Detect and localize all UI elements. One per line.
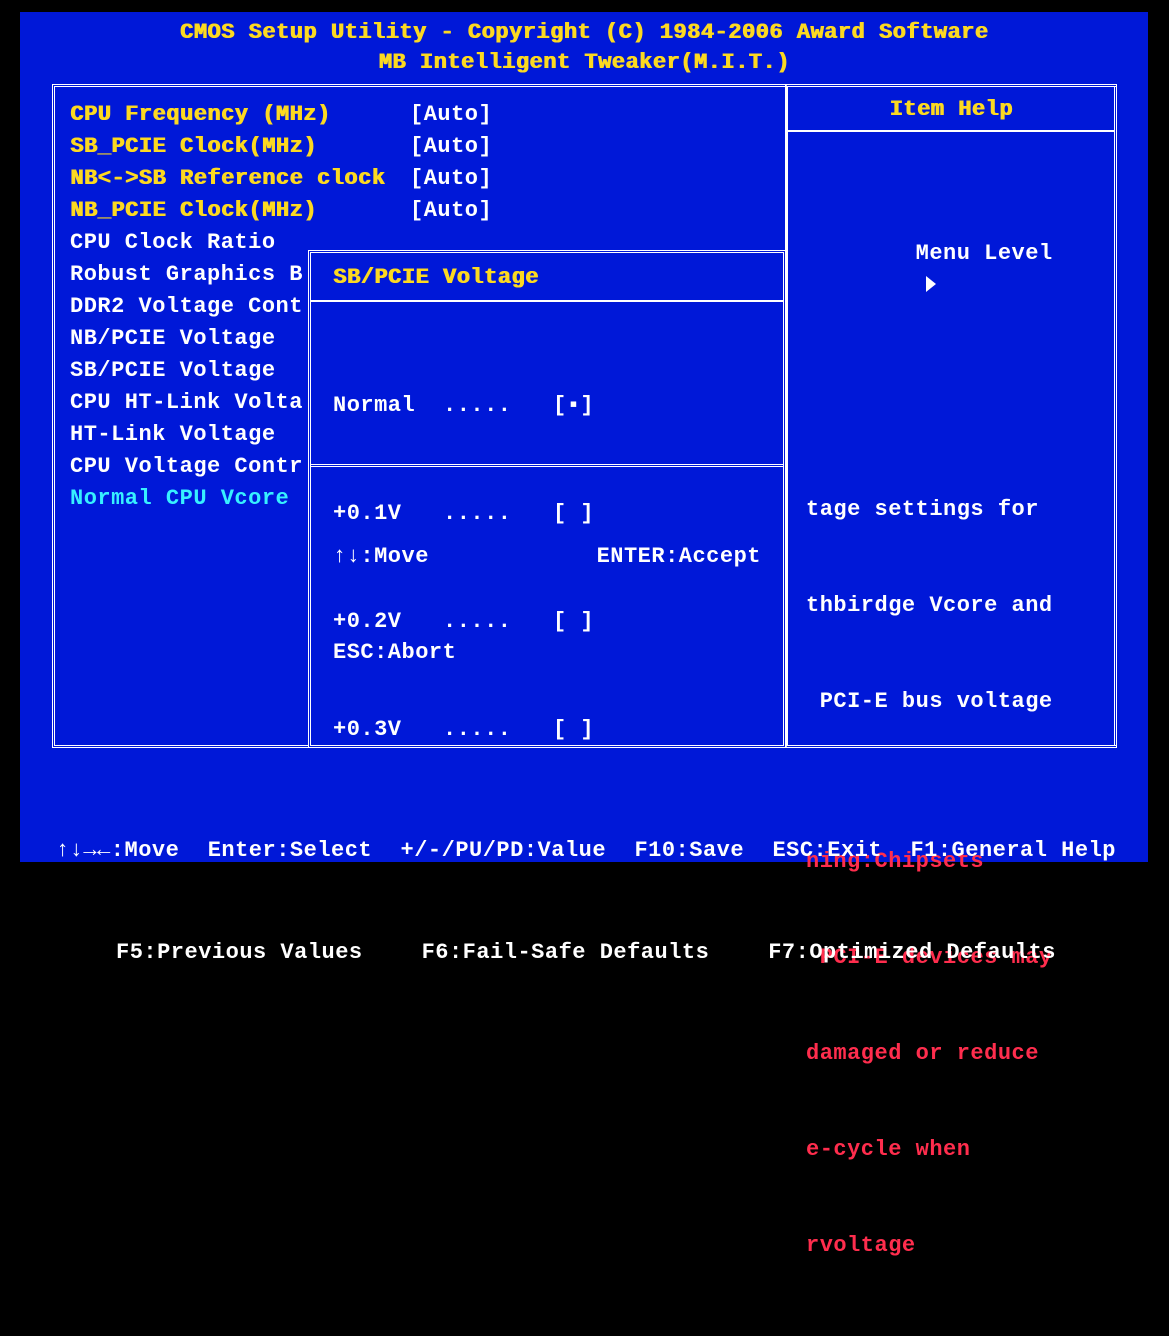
setting-sb-pcie-clock[interactable]: SB_PCIE Clock(MHz) [Auto] <box>70 130 760 162</box>
setting-label: NB<->SB Reference clock <box>70 166 410 191</box>
hint-value: +/-/PU/PD:Value <box>401 834 607 868</box>
option-label: Normal <box>333 388 443 424</box>
bios-header: CMOS Setup Utility - Copyright (C) 1984-… <box>20 12 1148 78</box>
footer-row-1: ↑↓→←:Move Enter:Select +/-/PU/PD:Value F… <box>56 834 1116 868</box>
option-mark: [▪] <box>553 388 594 424</box>
setting-value: [Auto] <box>410 134 492 159</box>
item-help-panel: Item Help Menu Level tage settings for t… <box>785 84 1117 748</box>
spacer <box>806 398 1096 430</box>
help-text-line: thbirdge Vcore and <box>806 590 1096 622</box>
help-text-line: tage settings for <box>806 494 1096 526</box>
popup-hint-accept: ENTER:Accept <box>597 541 761 573</box>
header-line-1: CMOS Setup Utility - Copyright (C) 1984-… <box>20 18 1148 48</box>
setting-cpu-frequency[interactable]: CPU Frequency (MHz) [Auto] <box>70 98 760 130</box>
setting-nb-sb-reference-clock[interactable]: NB<->SB Reference clock [Auto] <box>70 162 760 194</box>
hint-save: F10:Save <box>634 834 744 868</box>
item-help-body: Menu Level tage settings for thbirdge Vc… <box>788 132 1114 1336</box>
hint-help: F1:General Help <box>910 834 1116 868</box>
popup-hint-abort: ESC:Abort <box>333 637 456 669</box>
hint-select: Enter:Select <box>208 834 372 868</box>
header-line-2: MB Intelligent Tweaker(M.I.T.) <box>20 48 1148 78</box>
chevron-right-icon <box>926 276 936 292</box>
popup-footer: ↑↓:Move ENTER:Accept ESC:Abort <box>311 464 783 745</box>
hint-move: ↑↓→←:Move <box>56 834 179 868</box>
help-warning-line: rvoltage <box>806 1230 1096 1262</box>
hint-optimized-defaults: F7:Optimized Defaults <box>768 936 1056 970</box>
hint-fail-safe-defaults: F6:Fail-Safe Defaults <box>422 936 710 970</box>
help-warning-line: e-cycle when <box>806 1134 1096 1166</box>
bios-screen: CMOS Setup Utility - Copyright (C) 1984-… <box>20 12 1148 862</box>
popup-title: SB/PCIE Voltage <box>311 253 783 302</box>
help-text-line: PCI-E bus voltage <box>806 686 1096 718</box>
menu-level-row: Menu Level <box>806 206 1096 334</box>
hint-previous-values: F5:Previous Values <box>116 936 363 970</box>
setting-value: [Auto] <box>410 198 492 223</box>
hint-exit: ESC:Exit <box>772 834 882 868</box>
key-hints-footer: ↑↓→←:Move Enter:Select +/-/PU/PD:Value F… <box>56 766 1116 1038</box>
item-help-title: Item Help <box>788 87 1114 132</box>
setting-label: SB_PCIE Clock(MHz) <box>70 134 410 159</box>
setting-label: NB_PCIE Clock(MHz) <box>70 198 410 223</box>
popup-option-normal[interactable]: Normal ..... [▪] <box>333 388 761 424</box>
setting-value: [Auto] <box>410 102 492 127</box>
help-warning-line: damaged or reduce <box>806 1038 1096 1070</box>
setting-value: [Auto] <box>410 166 492 191</box>
setting-label: CPU Frequency (MHz) <box>70 102 410 127</box>
option-dots: ..... <box>443 388 553 424</box>
popup-hint-move: ↑↓:Move <box>333 541 597 573</box>
menu-level-label: Menu Level <box>916 241 1053 266</box>
footer-row-2: F5:Previous Values F6:Fail-Safe Defaults… <box>56 936 1116 970</box>
voltage-popup[interactable]: SB/PCIE Voltage Normal ..... [▪] +0.1V .… <box>308 250 786 748</box>
setting-nb-pcie-clock[interactable]: NB_PCIE Clock(MHz) [Auto] <box>70 194 760 226</box>
